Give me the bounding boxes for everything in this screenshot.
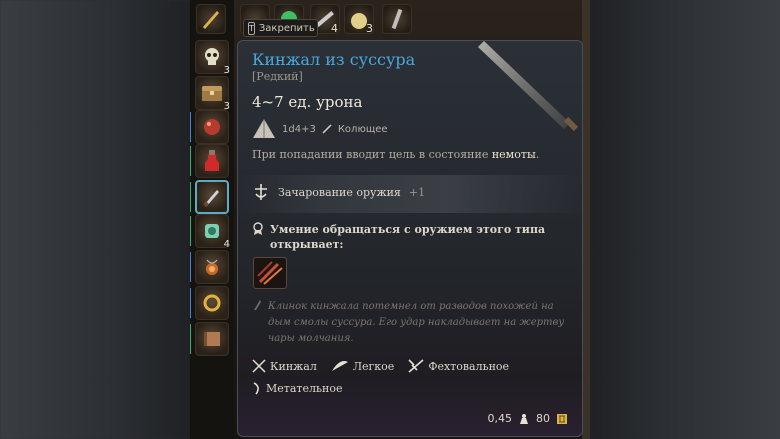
enchantment-value: +1 — [408, 185, 426, 199]
tool-icon — [391, 8, 403, 30]
enchantment-label[interactable]: Зачарование оружия — [278, 186, 401, 199]
weight-icon — [520, 413, 528, 424]
item-rarity: [Редкий] — [252, 70, 303, 83]
slot-accent — [190, 288, 191, 318]
toolbar-slot-5[interactable] — [382, 4, 412, 34]
inventory-slot-book[interactable] — [195, 322, 229, 356]
slot-count: 4 — [223, 239, 230, 250]
effect-suffix: . — [535, 148, 540, 161]
inventory-column: 3 3 4 — [190, 0, 234, 439]
property-label: Фехтовальное — [428, 359, 510, 373]
slash-attack-icon — [257, 261, 283, 285]
item-weight: 0,45 — [487, 412, 513, 425]
property-label: Кинжал — [270, 359, 317, 373]
blurred-background-left — [0, 0, 192, 439]
thrown-icon — [253, 382, 259, 395]
red-orb-icon — [196, 111, 228, 143]
weapon-properties: Кинжал Легкое Фехтовальное — [252, 359, 509, 373]
finesse-icon — [408, 359, 424, 373]
slot-accent — [190, 216, 191, 246]
item-effect: При попадании вводит цель в состояние не… — [252, 148, 539, 161]
red-potion-icon — [196, 145, 228, 177]
lore-row: Клинок кинжала потемнел от разводов похо… — [252, 299, 568, 347]
d4-dice-icon — [253, 119, 275, 138]
crossed-daggers-icon — [252, 359, 266, 373]
slot-accent — [190, 146, 191, 176]
slot-accent — [190, 324, 191, 354]
property-dagger[interactable]: Кинжал — [252, 359, 317, 373]
dagger-artwork-icon — [478, 41, 579, 132]
piercing-icon — [322, 124, 332, 134]
effect-highlight[interactable]: немоты — [492, 148, 536, 161]
damage-dice-row: 1d4+3 Колющее — [252, 118, 388, 140]
proficiency-text: Умение обращаться с оружием этого типа о… — [270, 223, 546, 251]
lore-text: Клинок кинжала потемнел от разводов похо… — [268, 301, 565, 344]
medal-icon — [253, 222, 263, 235]
inventory-slot-trinket[interactable] — [195, 250, 229, 284]
inventory-slot-ring[interactable] — [195, 286, 229, 320]
quill-icon — [254, 300, 261, 310]
slot-count: 3 — [223, 65, 230, 76]
feather-icon — [331, 361, 348, 371]
game-scene — [582, 0, 590, 439]
enchantment-icon — [255, 184, 267, 200]
amulet-icon — [196, 251, 228, 283]
property-thrown[interactable]: Метательное — [252, 381, 342, 395]
slot-accent — [190, 112, 191, 142]
blurred-background-right — [588, 0, 780, 439]
toolbar-count: 4 — [331, 22, 338, 35]
item-footer: 0,45 80 — [488, 412, 569, 425]
inventory-slot-skull[interactable]: 3 — [195, 40, 230, 76]
sword-icon — [203, 11, 219, 29]
pin-label: Закрепить — [258, 22, 315, 34]
proficiency-row: Умение обращаться с оружием этого типа о… — [252, 222, 550, 252]
item-value: 80 — [536, 412, 550, 425]
inventory-slot-scroll[interactable]: 4 — [195, 214, 230, 250]
ring-icon — [196, 287, 228, 319]
gold-icon — [557, 413, 567, 424]
pin-tooltip-button[interactable]: T Закрепить — [243, 19, 318, 37]
slot-accent — [190, 252, 191, 282]
damage-type: Колющее — [337, 123, 388, 135]
item-tooltip: Кинжал из суссура [Редкий] 4~7 ед. урона… — [237, 40, 583, 437]
damage-dice: 1d4+3 — [282, 123, 316, 135]
inventory-slot-chest[interactable]: 3 — [195, 76, 230, 112]
property-label: Метательное — [266, 381, 343, 395]
property-finesse[interactable]: Фехтовальное — [408, 359, 509, 373]
book-icon — [196, 323, 228, 355]
enchantment-row: Зачарование оружия +1 — [252, 183, 425, 201]
property-label: Легкое — [352, 359, 395, 373]
inventory-slot-dagger-selected[interactable] — [195, 180, 229, 214]
pin-key-hint: T — [248, 21, 255, 35]
dagger-icon — [197, 182, 227, 212]
proficiency-action-slot[interactable] — [253, 257, 287, 289]
item-name: Кинжал из суссура — [252, 50, 416, 69]
inventory-slot-orb[interactable] — [195, 110, 229, 144]
effect-prefix: При попадании вводит цель в состояние — [252, 148, 492, 161]
inventory-slot-potion[interactable] — [195, 144, 229, 178]
weapon-properties-2: Метательное — [252, 381, 342, 395]
toolbar-slot-weapon[interactable] — [196, 4, 226, 34]
toolbar-count: 3 — [366, 22, 373, 35]
slot-accent — [190, 182, 191, 212]
property-light[interactable]: Легкое — [331, 360, 394, 373]
item-damage: 4~7 ед. урона — [252, 93, 363, 111]
